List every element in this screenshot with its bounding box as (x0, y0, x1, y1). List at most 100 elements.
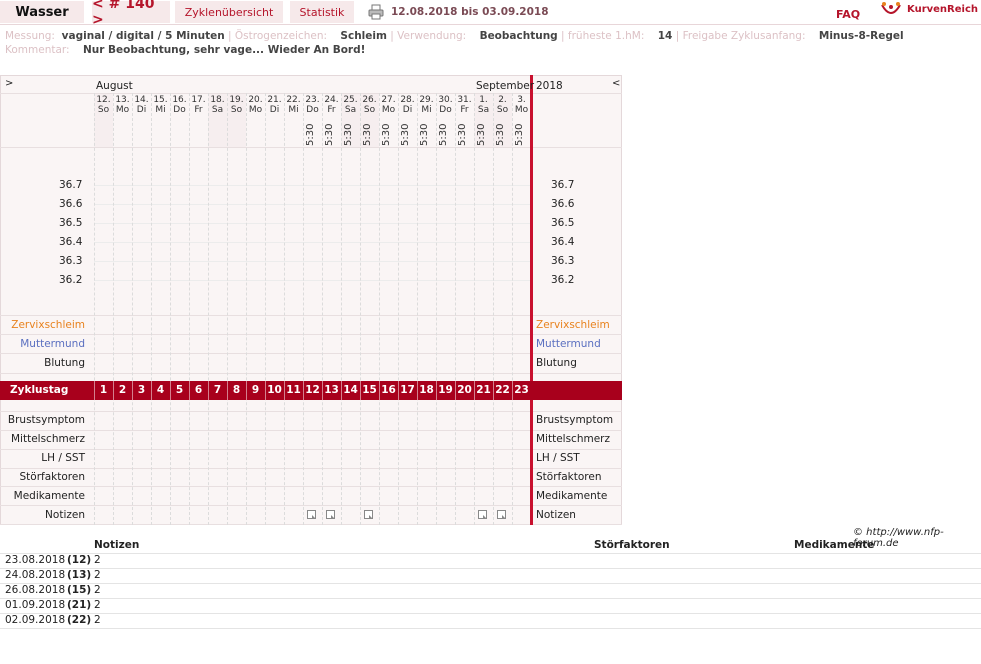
row-label-bottom-1: Mittelschmerz (10, 433, 85, 445)
day-weekday: Fr (460, 105, 469, 115)
table-row: 01.09.2018 (21) 2 (0, 598, 981, 614)
day-weekday: Do (439, 105, 452, 115)
info-line-1: Messung: vaginal / digital / 5 Minuten |… (5, 30, 904, 42)
note-icon[interactable] (326, 510, 335, 519)
grid-column-line (512, 93, 513, 525)
tab-statistics[interactable]: Statistik (290, 1, 354, 23)
zyklustag-number: 1 (99, 384, 108, 396)
faq-link[interactable]: FAQ (836, 8, 860, 21)
note-icon[interactable] (307, 510, 316, 519)
band-separator (417, 381, 418, 400)
separator: | (390, 30, 394, 42)
kommentar-value: Nur Beobachtung, sehr vage... Wieder An … (82, 44, 366, 56)
day-date: 17. (191, 95, 206, 105)
day-date: 24. (324, 95, 339, 105)
nav-next-button[interactable]: < (612, 78, 620, 89)
table-row: 24.08.2018 (13) 2 (0, 568, 981, 584)
zyklustag-number: 23 (514, 384, 529, 396)
grid-column-line (303, 93, 304, 525)
row-note: 2 (94, 614, 101, 626)
row-label-bottom-right-5: Notizen (536, 509, 576, 521)
grid-column-line (341, 93, 342, 525)
band-separator (322, 381, 323, 400)
row-label-bottom-3: Störfaktoren (19, 471, 85, 483)
zyklustag-number: 6 (194, 384, 203, 396)
temp-grid-line (94, 223, 530, 224)
oestrogen-value: Schleim (340, 30, 387, 42)
day-weekday: Do (306, 105, 319, 115)
zyklustag-number: 19 (438, 384, 453, 396)
row-cycle-day: (13) (67, 569, 92, 581)
day-date: 12. (96, 95, 111, 105)
day-date: 31. (457, 95, 472, 105)
band-separator (436, 381, 437, 400)
zyklustag-label: Zyklustag (10, 384, 69, 396)
row-note: 2 (94, 599, 101, 611)
row-cycle-day: (12) (67, 554, 92, 566)
day-date: 29. (419, 95, 434, 105)
band-separator (512, 381, 513, 400)
note-icon[interactable] (497, 510, 506, 519)
day-weekday: Fr (194, 105, 203, 115)
zyklustag-number: 18 (419, 384, 434, 396)
day-date: 26. (362, 95, 377, 105)
note-icon[interactable] (364, 510, 373, 519)
grid-column-line (113, 93, 114, 525)
measure-time: 5:30 (419, 123, 430, 147)
row-label-bottom-5: Notizen (45, 509, 85, 521)
measure-time: 5:30 (495, 123, 506, 147)
nav-prev-button[interactable]: > (5, 78, 13, 89)
zyklustag-number: 7 (213, 384, 222, 396)
tab-statistics-label[interactable]: Statistik (300, 6, 345, 19)
grid-column-line (322, 93, 323, 525)
messung-label: Messung: (5, 30, 55, 42)
zyklustag-number: 12 (305, 384, 320, 396)
day-weekday: Di (402, 105, 413, 115)
brand-name[interactable]: KurvenReich (907, 4, 978, 15)
day-weekday: Sa (477, 105, 490, 115)
zyklustag-number: 20 (457, 384, 472, 396)
day-weekday: So (363, 105, 376, 115)
zyklustag-number: 11 (286, 384, 301, 396)
day-weekday: Mo (115, 105, 130, 115)
notes-table-header: Notizen Störfaktoren Medikamente (0, 538, 981, 554)
tab-cycle-overview-label[interactable]: Zyklenübersicht (185, 6, 274, 19)
messung-value: vaginal / digital / 5 Minuten (61, 30, 225, 42)
day-date: 22. (286, 95, 301, 105)
temp-grid-line (94, 242, 530, 243)
measure-time: 5:30 (381, 123, 392, 147)
zyklustag-number: 14 (343, 384, 358, 396)
today-marker-line (530, 75, 533, 525)
temp-label-left: 36.7 (59, 179, 83, 191)
tab-cycle-overview[interactable]: Zyklenübersicht (175, 1, 283, 23)
note-icon[interactable] (478, 510, 487, 519)
table-row: 02.09.2018 (22) 2 (0, 613, 981, 629)
date-range: 12.08.2018 bis 03.09.2018 (391, 6, 549, 18)
grid-column-line (474, 93, 475, 525)
temp-label-right: 36.4 (551, 236, 575, 248)
month-august: August (96, 80, 133, 92)
row-label-bottom-0: Brustsymptom (7, 414, 85, 426)
row-label-bottom-4: Medikamente (13, 490, 85, 502)
day-weekday: Mo (381, 105, 396, 115)
temp-label-right: 36.3 (551, 255, 575, 267)
row-cycle-day: (15) (67, 584, 92, 596)
measure-time: 5:30 (305, 123, 316, 147)
row-label-bottom-right-4: Medikamente (536, 490, 608, 502)
brand-logo-icon (880, 1, 902, 19)
grid-column-line (132, 93, 133, 525)
row-date: 02.09.2018 (5, 614, 66, 626)
zyklustag-number: 13 (324, 384, 339, 396)
temp-grid-line (94, 280, 530, 281)
day-date: 16. (172, 95, 187, 105)
print-icon[interactable] (368, 4, 384, 20)
temp-label-right: 36.5 (551, 217, 575, 229)
temp-grid-line (94, 185, 530, 186)
temp-grid-line (94, 261, 530, 262)
temp-label-left: 36.2 (59, 274, 83, 286)
day-weekday: Mi (155, 105, 166, 115)
cycle-nav-button[interactable]: < # 140 > (92, 0, 170, 28)
zyklustag-number: 15 (362, 384, 377, 396)
grid-column-line (208, 93, 209, 525)
grid-column-line (379, 93, 380, 525)
